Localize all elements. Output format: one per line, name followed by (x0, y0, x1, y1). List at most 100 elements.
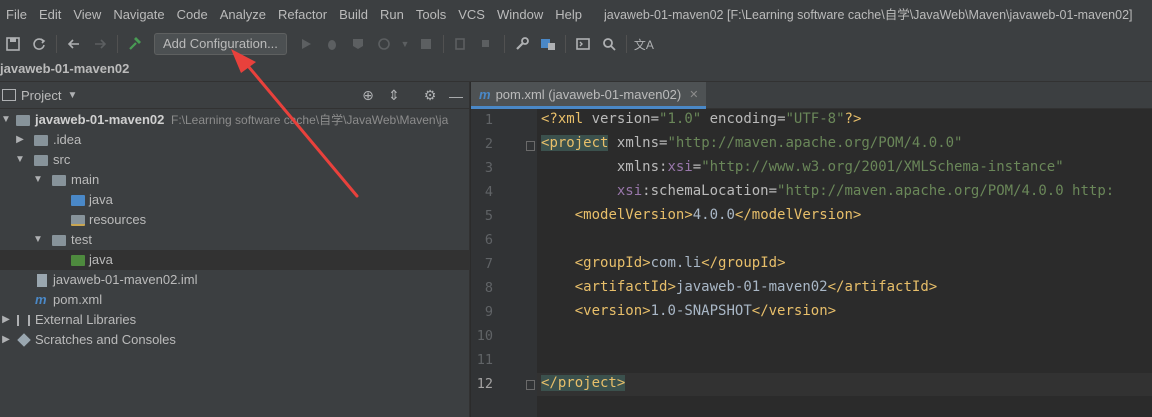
tag-text: 1.0-SNAPSHOT (650, 303, 752, 319)
line-number: 5 (484, 208, 493, 224)
attach-debugger-icon[interactable] (451, 34, 471, 54)
toolbar-separator (442, 35, 444, 53)
chevron-down-icon[interactable]: ▼ (14, 150, 26, 170)
tree-item-iml[interactable]: javaweb-01-maven02.iml (0, 270, 470, 290)
library-icon (17, 315, 30, 326)
fold-marker-icon[interactable] (526, 141, 535, 151)
menu-bar: File Edit View Navigate Code Analyze Ref… (0, 0, 1152, 30)
menu-view[interactable]: View (67, 0, 107, 30)
menu-build[interactable]: Build (333, 0, 374, 30)
attr-value: "http://maven.apache.org/POM/4.0.0 http: (777, 183, 1115, 199)
chevron-down-icon[interactable]: ▼ (32, 230, 44, 250)
tree-pom-label: pom.xml (53, 292, 103, 307)
tree-item-src[interactable]: ▼ src (0, 150, 470, 170)
menu-analyze[interactable]: Analyze (214, 0, 272, 30)
stop-icon[interactable] (416, 34, 436, 54)
locate-target-icon[interactable]: ⊕ (355, 87, 381, 104)
tree-item-scratches[interactable]: ▶ Scratches and Consoles (0, 330, 470, 350)
line-number: 10 (476, 328, 493, 344)
chevron-down-icon[interactable]: ▼ (32, 170, 44, 190)
menu-navigate[interactable]: Navigate (107, 0, 170, 30)
menu-run[interactable]: Run (374, 0, 410, 30)
project-structure-icon[interactable] (538, 34, 558, 54)
sync-icon[interactable] (29, 34, 49, 54)
wrench-icon[interactable] (512, 34, 532, 54)
tree-src-label: src (53, 152, 71, 167)
folder-icon (34, 135, 48, 146)
tree-item-resources[interactable]: resources (0, 210, 470, 230)
code-line-2: <project xmlns="http://maven.apache.org/… (541, 135, 963, 151)
close-icon[interactable]: ✕ (689, 88, 698, 101)
editor-tab-pom[interactable]: m pom.xml (javaweb-01-maven02) ✕ (471, 82, 707, 109)
project-tool-window: Project ▼ ⊕ ⇕ ⚙ — ▼ javaweb-01-maven02 F… (0, 82, 470, 417)
breadcrumb-project[interactable]: javaweb-01-maven02 (0, 61, 129, 76)
tree-item-idea[interactable]: ▶ .idea (0, 130, 470, 150)
collapse-all-icon[interactable]: ⇕ (381, 87, 407, 104)
tree-root-label: javaweb-01-maven02 (35, 112, 165, 127)
editor-area: m pom.xml (javaweb-01-maven02) ✕ 1 2 3 4… (471, 82, 1152, 417)
project-panel-tools: ⊕ ⇕ ⚙ — (355, 82, 469, 109)
tree-item-pom[interactable]: m pom.xml (0, 290, 470, 310)
scratches-icon (17, 333, 31, 347)
line-number: 4 (484, 184, 493, 200)
tree-item-main-java[interactable]: java (0, 190, 470, 210)
main-toolbar: Add Configuration... ▼ 文A (0, 30, 1152, 58)
menu-help[interactable]: Help (549, 0, 588, 30)
build-hammer-icon[interactable] (125, 34, 145, 54)
line-number: 7 (484, 256, 493, 272)
tree-item-main[interactable]: ▼ main (0, 170, 470, 190)
debug-icon[interactable] (322, 34, 342, 54)
terminal-icon[interactable] (573, 34, 593, 54)
toolbar-separator (625, 35, 627, 53)
menu-vcs[interactable]: VCS (452, 0, 491, 30)
menu-tools[interactable]: Tools (410, 0, 452, 30)
menu-file[interactable]: File (0, 0, 33, 30)
navigation-bar: javaweb-01-maven02 (0, 58, 1152, 82)
window-title: javaweb-01-maven02 [F:\Learning software… (604, 8, 1133, 22)
tag-name: version (583, 303, 643, 319)
chevron-down-icon[interactable]: ▼ (0, 110, 12, 130)
module-folder-icon (16, 115, 30, 126)
iml-file-icon (37, 274, 47, 287)
line-number: 3 (484, 160, 493, 176)
run-icon[interactable] (296, 34, 316, 54)
coverage-icon[interactable] (348, 34, 368, 54)
tree-item-external-libraries[interactable]: ▶ External Libraries (0, 310, 470, 330)
attr-value: "UTF-8" (785, 111, 845, 127)
folder-icon (52, 235, 66, 246)
menu-edit[interactable]: Edit (33, 0, 67, 30)
gear-icon[interactable]: ⚙ (417, 87, 443, 104)
forward-icon[interactable] (90, 34, 110, 54)
chevron-right-icon[interactable]: ▶ (14, 130, 26, 150)
chevron-down-icon[interactable]: ▼ (400, 34, 410, 54)
tree-item-test-java[interactable]: java (0, 250, 470, 270)
maven-file-icon: m (479, 86, 491, 102)
menu-code[interactable]: Code (171, 0, 214, 30)
tree-item-test[interactable]: ▼ test (0, 230, 470, 250)
menu-refactor[interactable]: Refactor (272, 0, 333, 30)
add-configuration-button[interactable]: Add Configuration... (154, 33, 287, 55)
search-icon[interactable] (599, 34, 619, 54)
minimize-icon[interactable]: — (443, 88, 469, 104)
attr-name: schemaLocation (650, 183, 769, 199)
project-view-selector[interactable]: Project ▼ (0, 88, 77, 103)
back-icon[interactable] (64, 34, 84, 54)
chevron-right-icon[interactable]: ▶ (0, 330, 12, 350)
attr-value: "http://www.w3.org/2001/XMLSchema-instan… (701, 159, 1064, 175)
fold-marker-icon[interactable] (526, 380, 535, 390)
code-line-5: <modelVersion>4.0.0</modelVersion> (574, 207, 862, 223)
chevron-right-icon[interactable]: ▶ (0, 310, 12, 330)
update-running-icon[interactable] (477, 34, 497, 54)
tag-name: project (549, 135, 609, 151)
tag-name: artifactId (844, 279, 929, 295)
tag-name: artifactId (583, 279, 668, 295)
code-line-3: xmlns:xsi="http://www.w3.org/2001/XMLSch… (616, 159, 1064, 175)
code-editor[interactable]: 1 2 3 4 5 6 7 8 9 10 11 12 <?xml version… (471, 109, 1152, 417)
profile-icon[interactable] (374, 34, 394, 54)
attr-name: xsi (616, 183, 643, 199)
save-all-icon[interactable] (3, 34, 23, 54)
translate-icon[interactable]: 文A (634, 34, 654, 54)
menu-window[interactable]: Window (491, 0, 549, 30)
line-gutter: 1 2 3 4 5 6 7 8 9 10 11 12 (471, 109, 537, 417)
tree-item-root[interactable]: ▼ javaweb-01-maven02 F:\Learning softwar… (0, 110, 470, 130)
